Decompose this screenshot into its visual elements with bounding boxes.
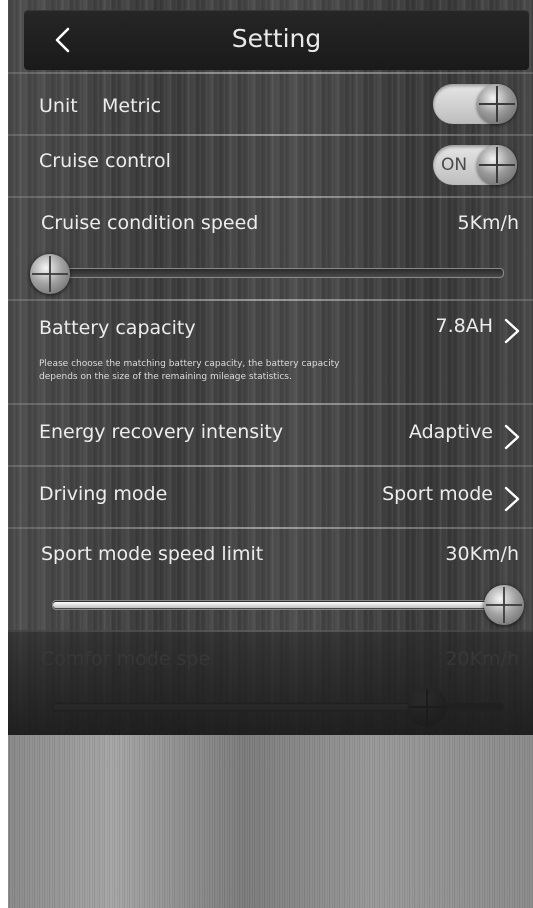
comfort-speed-slider-thumb[interactable] — [407, 687, 447, 727]
battery-note-line1: Please choose the matching battery capac… — [39, 359, 340, 369]
driving-mode-label: Driving mode — [39, 483, 168, 505]
driving-mode-row[interactable]: Driving mode Sport mode — [8, 467, 533, 527]
energy-recovery-row[interactable]: Energy recovery intensity Adaptive — [8, 405, 533, 465]
cruise-speed-value: 5Km/h — [457, 212, 520, 234]
cruise-control-toggle[interactable]: ON — [433, 145, 517, 185]
toggle-knob — [477, 84, 517, 124]
cruise-speed-row: Cruise condition speed 5Km/h — [8, 198, 533, 298]
chevron-right-icon[interactable] — [501, 316, 523, 346]
chevron-right-icon[interactable] — [501, 422, 523, 452]
sport-speed-slider-fill — [53, 602, 505, 608]
cruise-speed-label: Cruise condition speed — [41, 212, 259, 234]
sport-speed-slider-track[interactable] — [52, 600, 506, 610]
battery-note: Please choose the matching battery capac… — [39, 358, 339, 384]
battery-value: 7.8AH — [435, 315, 493, 337]
comfort-speed-slider-fill — [53, 704, 427, 710]
cruise-control-label: Cruise control — [39, 150, 171, 172]
sport-speed-value: 30Km/h — [445, 543, 519, 565]
battery-label: Battery capacity — [39, 317, 196, 339]
comfort-speed-value: 20Km/h — [445, 648, 519, 670]
cruise-speed-slider-thumb[interactable] — [30, 254, 70, 294]
comfort-speed-label: Comfor mode spe — [41, 648, 211, 670]
energy-recovery-value: Adaptive — [408, 421, 493, 443]
sport-speed-label: Sport mode speed limit — [41, 543, 264, 565]
toggle-on-text: ON — [441, 155, 468, 175]
sport-speed-slider-thumb[interactable] — [484, 585, 524, 625]
battery-row[interactable]: Battery capacity 7.8AH Please choose the… — [8, 301, 533, 403]
comfort-speed-row: Comfor mode spe 20Km/h — [8, 632, 533, 735]
battery-note-line2: depends on the size of the remaining mil… — [39, 372, 292, 382]
unit-value: Metric — [102, 95, 162, 117]
toggle-knob — [477, 145, 517, 185]
driving-mode-value: Sport mode — [382, 483, 493, 505]
unit-toggle[interactable] — [433, 84, 517, 124]
unit-label: Unit — [39, 95, 78, 117]
brushed-metal-background — [8, 735, 533, 908]
chevron-right-icon[interactable] — [501, 484, 523, 514]
cruise-control-row: Cruise control ON — [8, 136, 533, 194]
cruise-speed-slider-track[interactable] — [48, 268, 504, 278]
sport-speed-row: Sport mode speed limit 30Km/h — [8, 529, 533, 629]
energy-recovery-label: Energy recovery intensity — [39, 421, 284, 443]
unit-row: Unit Metric — [8, 74, 533, 134]
header-bar: Setting — [24, 10, 529, 70]
page-title: Setting — [231, 24, 322, 53]
settings-screen: Setting Unit Metric Cruise control ON Cr… — [8, 0, 533, 908]
